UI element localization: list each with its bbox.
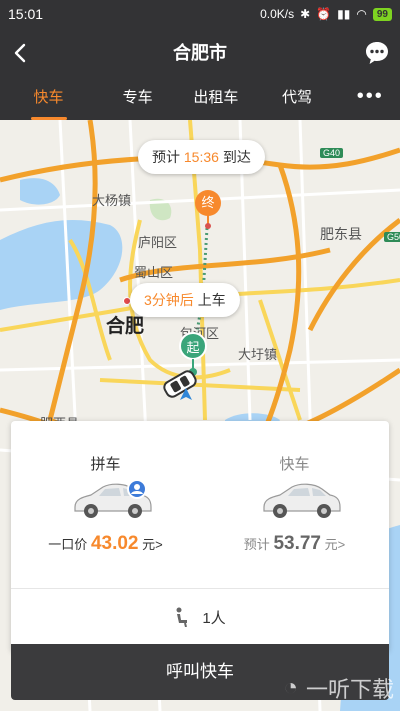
navigation-arrow-icon xyxy=(180,388,192,400)
price-unit: 元> xyxy=(142,537,163,552)
status-bar: 15:01 0.0K/s ✱ ⏰ ▮▮ ◠ 99 xyxy=(0,0,400,28)
pickup-time: 3分钟后 xyxy=(144,292,194,308)
price-prefix: 一口价 xyxy=(48,537,88,552)
price-unit: 元> xyxy=(324,537,346,552)
eta-suffix: 到达 xyxy=(222,149,251,165)
status-icons: 0.0K/s ✱ ⏰ ▮▮ ◠ 99 xyxy=(260,7,392,21)
chat-bubble-icon xyxy=(366,42,388,64)
map-label-feidong: 肥东县 xyxy=(320,226,362,242)
net-speed: 0.0K/s xyxy=(260,7,295,21)
ride-option-kuaiche[interactable]: 快车 预计 53.77 元> xyxy=(200,421,389,589)
tab-daijia[interactable]: 代驾 xyxy=(253,78,340,120)
price-value: 53.77 xyxy=(273,533,321,554)
map-label-dayang: 大杨镇 xyxy=(92,193,132,208)
map-label-g50: G50 xyxy=(384,232,400,242)
status-time: 15:01 xyxy=(8,6,44,22)
app-header: 合肥市 xyxy=(0,28,400,78)
price-value: 43.02 xyxy=(90,533,139,554)
watermark-text: 一听下载 xyxy=(305,677,394,702)
battery-icon: 99 xyxy=(372,7,392,21)
ride-option-pinche[interactable]: 拼车 一口价 43.02 元> xyxy=(11,421,200,589)
eta-time: 15:36 xyxy=(183,149,219,165)
page-title: 合肥市 xyxy=(173,43,227,63)
car-icon xyxy=(263,483,341,518)
message-button[interactable] xyxy=(364,40,390,66)
bluetooth-icon: ✱ xyxy=(300,7,311,21)
seat-count: 1人 xyxy=(202,609,226,627)
option-price: 预计 53.77 元> xyxy=(200,533,389,555)
map-label-dawei: 大圩镇 xyxy=(238,347,278,362)
map-label-shushan: 蜀山区 xyxy=(134,265,174,280)
seat-selector[interactable]: 1人 xyxy=(11,589,389,645)
tab-taxi[interactable]: 出租车 xyxy=(178,78,253,120)
watermark: ◔ 一听下载 xyxy=(283,672,394,704)
option-name: 拼车 xyxy=(90,456,121,473)
tab-kuaiche[interactable]: 快车 xyxy=(0,78,97,120)
ride-options-card: 拼车 一口价 43.02 元> 快车 预计 53.77 元> 1人 xyxy=(11,421,389,651)
chevron-left-icon xyxy=(14,43,26,63)
watermark-logo-icon: ◔ xyxy=(283,674,298,701)
carpool-car-icon xyxy=(74,479,152,518)
tab-zhuanche[interactable]: 专车 xyxy=(97,78,178,120)
map-label-luyang: 庐阳区 xyxy=(138,235,178,250)
map-label-g40: G40 xyxy=(320,148,344,158)
service-tabs: 快车 专车 出租车 代驾 ••• xyxy=(0,78,400,120)
option-price: 一口价 43.02 元> xyxy=(11,533,200,555)
destination-marker[interactable]: 终 xyxy=(195,190,221,230)
seat-icon xyxy=(176,607,188,627)
signal-icon: ▮▮ xyxy=(337,7,351,21)
wifi-icon: ◠ xyxy=(356,7,367,21)
price-prefix: 预计 xyxy=(243,537,270,552)
back-button[interactable] xyxy=(6,38,36,68)
eta-bubble: 预计 15:36 到达 xyxy=(138,140,265,174)
pickup-suffix: 上车 xyxy=(197,292,226,308)
more-tabs-button[interactable]: ••• xyxy=(341,78,400,120)
pickup-bubble: 3分钟后 上车 xyxy=(130,283,240,317)
eta-prefix: 预计 xyxy=(152,149,180,165)
option-name: 快车 xyxy=(279,456,310,473)
end-marker-label: 终 xyxy=(195,190,221,216)
start-marker-label: 起 xyxy=(179,332,207,360)
alarm-icon: ⏰ xyxy=(316,7,332,21)
